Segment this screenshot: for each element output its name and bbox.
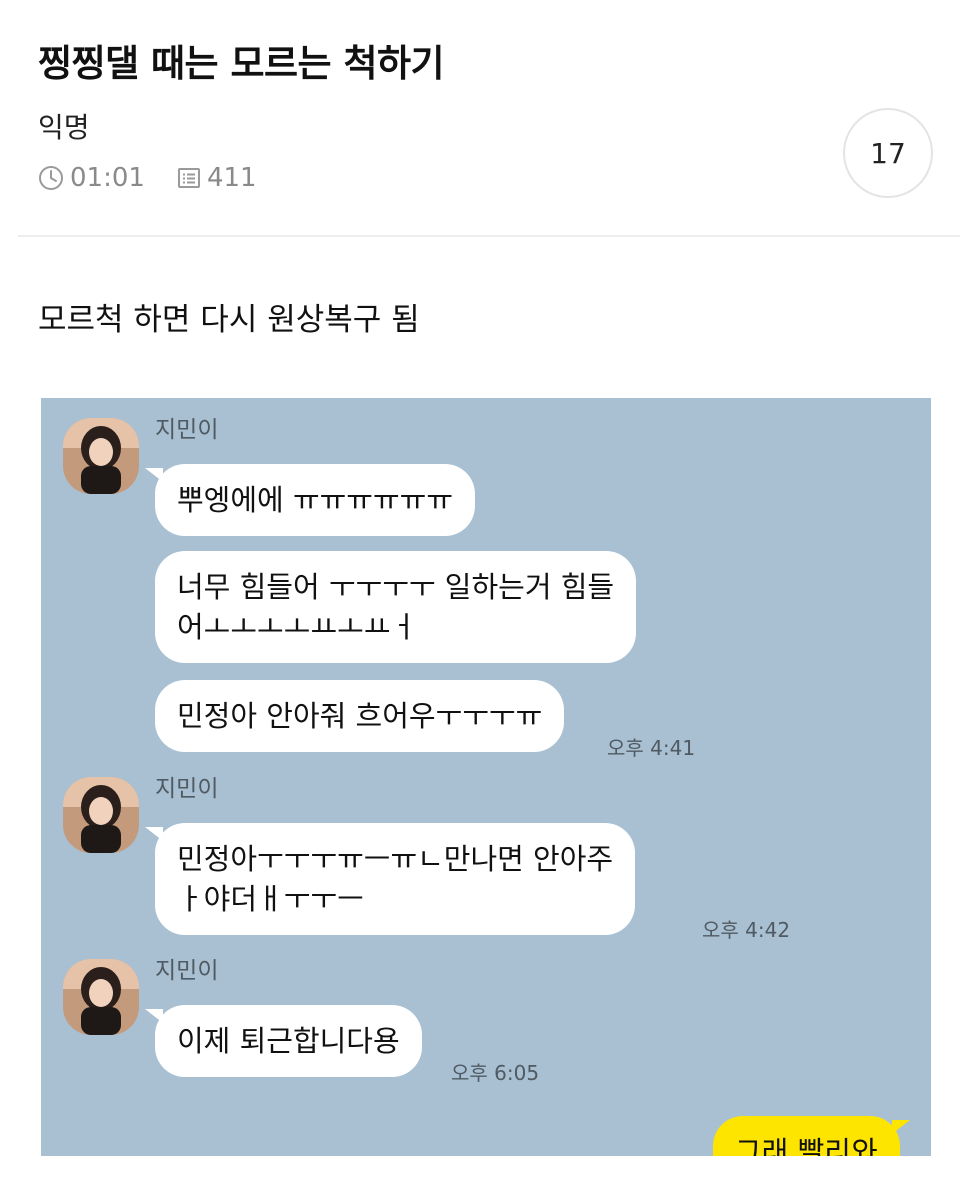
list-icon xyxy=(177,166,201,190)
avatar xyxy=(63,959,139,1035)
post-body: 모르척 하면 다시 원상복구 됨 xyxy=(38,302,420,338)
avatar xyxy=(63,777,139,853)
message-time: 오후 4:41 xyxy=(607,736,696,760)
sender-name: 지민이 xyxy=(155,417,219,443)
chat-message: 민정아ㅜㅜㅜㅠㅡㅠㄴ만나면 안아주 ㅏ야더ㅐㅜㅜㅡ xyxy=(144,823,636,935)
post-time: 01:01 xyxy=(38,163,145,193)
post-meta: 01:01 411 xyxy=(38,160,257,196)
post-views-value: 411 xyxy=(206,163,257,193)
post-author: 익명 xyxy=(38,111,90,144)
chat-message: 이제 퇴근합니다용 xyxy=(145,1005,422,1077)
header-divider xyxy=(18,235,960,237)
message-time: 오후 4:42 xyxy=(702,918,791,942)
chat-message: 너무 힘들어 ㅜㅜㅜㅜ 일하는거 힘들 어ㅗㅗㅗㅗㅛㅗㅛㅓ xyxy=(155,551,637,663)
post-title: 찡찡댈 때는 모르는 척하기 xyxy=(38,42,445,85)
avatar xyxy=(63,418,139,494)
comment-count-button[interactable]: 17 xyxy=(843,108,933,198)
chat-screenshot: 지민이 뿌엥에에 ㅠㅠㅠㅠㅠㅠ 너무 힘들어 ㅜㅜㅜㅜ 일하는거 힘들 어ㅗㅗㅗ… xyxy=(41,398,931,1156)
message-time: 오후 6:05 xyxy=(451,1061,540,1085)
post-time-value: 01:01 xyxy=(70,163,145,193)
sender-name: 지민이 xyxy=(155,776,219,802)
sender-name: 지민이 xyxy=(155,958,219,984)
post-views: 411 xyxy=(177,163,257,193)
post-page: 찡찡댈 때는 모르는 척하기 익명 01:01 411 17 모르척 하면 다시… xyxy=(0,0,960,1200)
clock-icon xyxy=(38,165,64,191)
my-chat-message: 그래 빨리와 xyxy=(713,1116,910,1156)
chat-message: 뿌엥에에 ㅠㅠㅠㅠㅠㅠ xyxy=(144,464,476,536)
chat-message: 민정아 안아줘 흐어우ㅜㅜㅜㅠ xyxy=(155,680,565,752)
